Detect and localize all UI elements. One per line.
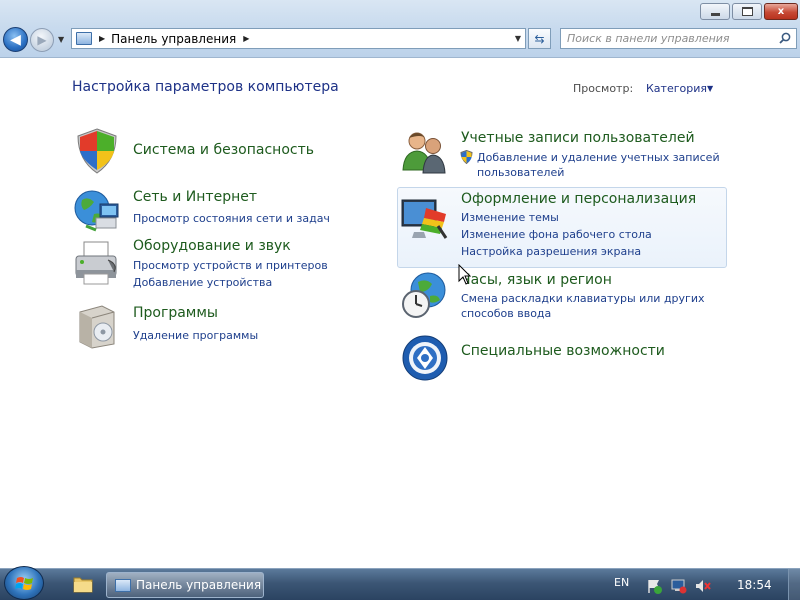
recent-pages-dropdown[interactable]: ▼ (58, 35, 64, 44)
category-user-accounts[interactable]: Учетные записи пользователей (461, 130, 695, 146)
chevron-down-icon[interactable]: ▼ (707, 84, 713, 93)
close-icon: x (777, 6, 785, 17)
breadcrumb-chevron-icon[interactable]: ▶ (243, 34, 249, 43)
action-center-flag-icon[interactable] (645, 578, 663, 594)
arrow-right-icon: ▶ (37, 33, 47, 47)
back-button[interactable]: ◀ (3, 27, 28, 52)
clock-globe-icon[interactable] (400, 270, 450, 320)
search-box[interactable]: Поиск в панели управления (560, 28, 797, 49)
mouse-cursor-icon (458, 264, 472, 285)
close-button[interactable]: x (764, 3, 798, 20)
link-uninstall-program[interactable]: Удаление программы (133, 329, 258, 342)
volume-muted-icon[interactable] (694, 578, 712, 594)
minimize-icon (710, 13, 720, 16)
printer-icon[interactable] (72, 238, 122, 288)
maximize-icon (741, 7, 753, 16)
network-tray-icon[interactable] (670, 578, 688, 594)
taskbar-task-label: Панель управления (136, 578, 262, 592)
show-desktop-button[interactable] (788, 569, 800, 600)
category-appearance-personalization[interactable]: Оформление и персонализация (461, 191, 696, 207)
refresh-button[interactable]: ⇆ (528, 28, 551, 49)
accessibility-icon[interactable] (400, 333, 450, 383)
link-change-theme[interactable]: Изменение темы (461, 211, 559, 224)
view-by-label: Просмотр: (573, 82, 634, 95)
shield-icon[interactable] (72, 126, 122, 176)
window-controls: x (700, 3, 798, 20)
refresh-icon: ⇆ (534, 31, 545, 46)
language-indicator[interactable]: EN (614, 576, 629, 589)
link-add-remove-accounts[interactable]: Добавление и удаление учетных записей (477, 151, 720, 164)
programs-box-icon[interactable] (72, 300, 122, 350)
address-bar[interactable]: ▶ Панель управления ▶ ▼ (71, 28, 526, 49)
clock[interactable]: 18:54 (737, 578, 772, 592)
link-network-status[interactable]: Просмотр состояния сети и задач (133, 212, 330, 225)
category-clock-language-region[interactable]: Часы, язык и регион (461, 272, 612, 288)
start-button[interactable] (4, 566, 44, 600)
taskbar-control-panel[interactable]: Панель управления (106, 572, 264, 598)
category-network-internet[interactable]: Сеть и Интернет (133, 189, 257, 205)
link-adjust-screen-resolution[interactable]: Настройка разрешения экрана (461, 245, 641, 258)
category-ease-of-access[interactable]: Специальные возможности (461, 343, 665, 359)
link-change-keyboard-layout-cont[interactable]: способов ввода (461, 307, 551, 320)
network-globe-icon[interactable] (72, 186, 122, 236)
arrow-left-icon: ◀ (10, 31, 21, 48)
link-change-keyboard-layout[interactable]: Смена раскладки клавиатуры или других (461, 292, 705, 305)
category-system-security[interactable]: Система и безопасность (133, 142, 314, 158)
windows-logo-icon (15, 577, 33, 590)
maximize-button[interactable] (732, 3, 762, 20)
minimize-button[interactable] (700, 3, 730, 20)
search-icon[interactable] (779, 32, 791, 44)
link-devices-printers[interactable]: Просмотр устройств и принтеров (133, 259, 328, 272)
view-by-dropdown[interactable]: Категория (646, 82, 707, 95)
control-panel-icon (115, 578, 131, 592)
users-icon[interactable] (400, 126, 450, 176)
search-input[interactable]: Поиск в панели управления (567, 32, 730, 45)
uac-shield-icon (460, 150, 473, 164)
forward-button[interactable]: ▶ (30, 28, 54, 52)
breadcrumb-chevron-icon[interactable]: ▶ (99, 34, 105, 43)
explorer-taskbar-icon[interactable] (62, 572, 102, 598)
display-color-icon[interactable] (400, 192, 450, 242)
category-programs[interactable]: Программы (133, 305, 218, 321)
page-title: Настройка параметров компьютера (72, 79, 339, 95)
breadcrumb-control-panel[interactable]: Панель управления (111, 32, 236, 46)
address-dropdown-icon[interactable]: ▼ (515, 34, 521, 43)
link-change-desktop-background[interactable]: Изменение фона рабочего стола (461, 228, 652, 241)
link-add-remove-accounts-cont[interactable]: пользователей (477, 166, 564, 179)
link-add-device[interactable]: Добавление устройства (133, 276, 272, 289)
category-hardware-sound[interactable]: Оборудование и звук (133, 238, 291, 254)
control-panel-icon (76, 32, 92, 45)
